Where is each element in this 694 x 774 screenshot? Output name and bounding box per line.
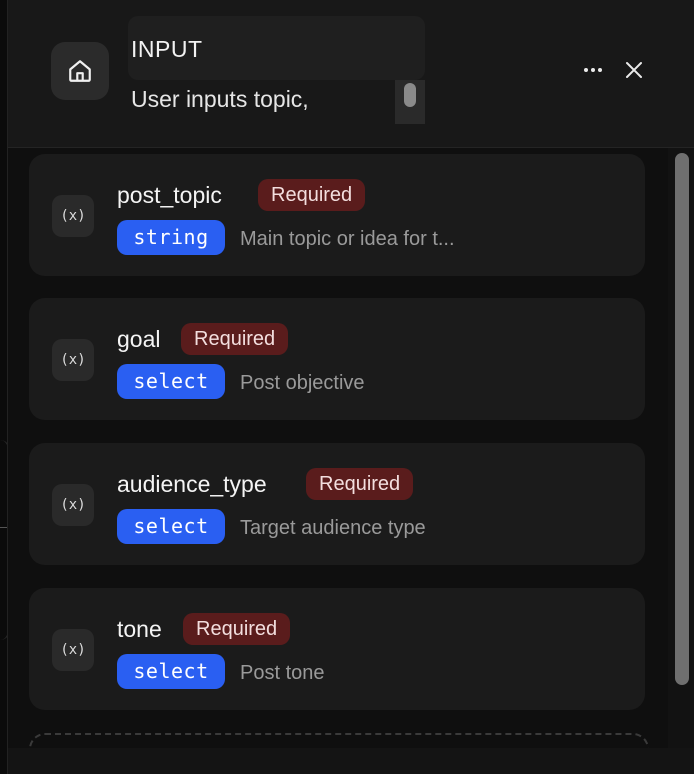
- home-icon: [51, 42, 109, 100]
- node-title[interactable]: INPUT: [131, 36, 203, 63]
- variable-card[interactable]: (x) post_topic Required string Main topi…: [29, 154, 645, 276]
- scroll-thumb[interactable]: [675, 153, 689, 685]
- variable-icon: (x): [52, 629, 94, 671]
- required-badge: Required: [258, 179, 366, 211]
- variable-name: tone: [117, 616, 162, 642]
- type-badge: select: [117, 654, 225, 689]
- description-scroll-thumb[interactable]: [404, 83, 416, 107]
- more-horizontal-icon-dot: [591, 68, 595, 72]
- variable-card[interactable]: (x) audience_type Required select Target…: [29, 443, 645, 565]
- required-badge: Required: [183, 613, 291, 645]
- type-badge: select: [117, 364, 225, 399]
- variable-description: Post tone: [240, 662, 325, 684]
- panel-header: INPUT User inputs topic,: [8, 0, 694, 148]
- close-icon: [626, 62, 642, 78]
- variable-card[interactable]: (x) goal Required select Post objective: [29, 298, 645, 420]
- required-badge: Required: [306, 468, 414, 500]
- variable-name: audience_type: [117, 471, 267, 497]
- variable-icon: (x): [52, 195, 94, 237]
- node-config-panel: INPUT User inputs topic, (x) post_topic: [7, 0, 694, 774]
- required-badge: Required: [181, 323, 289, 355]
- variable-list: (x) post_topic Required string Main topi…: [8, 148, 694, 748]
- variable-card[interactable]: (x) tone Required select Post tone: [29, 588, 645, 710]
- variable-icon: (x): [52, 484, 94, 526]
- more-horizontal-icon-dot: [598, 68, 602, 72]
- description-scrollbar[interactable]: [395, 80, 425, 124]
- variable-icon: (x): [52, 339, 94, 381]
- more-horizontal-icon: [584, 68, 588, 72]
- variable-description: Target audience type: [240, 517, 426, 539]
- panel-footer: [8, 748, 694, 774]
- type-badge: select: [117, 509, 225, 544]
- node-description[interactable]: User inputs topic,: [131, 86, 309, 113]
- variable-description: Post objective: [240, 372, 365, 394]
- variable-description: Main topic or idea for t...: [240, 228, 455, 250]
- type-badge: string: [117, 220, 225, 255]
- close-button[interactable]: [620, 56, 648, 84]
- variable-name: goal: [117, 326, 161, 352]
- more-options-button[interactable]: [578, 56, 608, 84]
- variable-list-scrollbar[interactable]: [668, 148, 694, 748]
- workflow-canvas: INPUT User inputs topic, (x) post_topic: [0, 0, 694, 774]
- variable-name: post_topic: [117, 182, 222, 208]
- add-variable-placeholder[interactable]: [29, 733, 649, 748]
